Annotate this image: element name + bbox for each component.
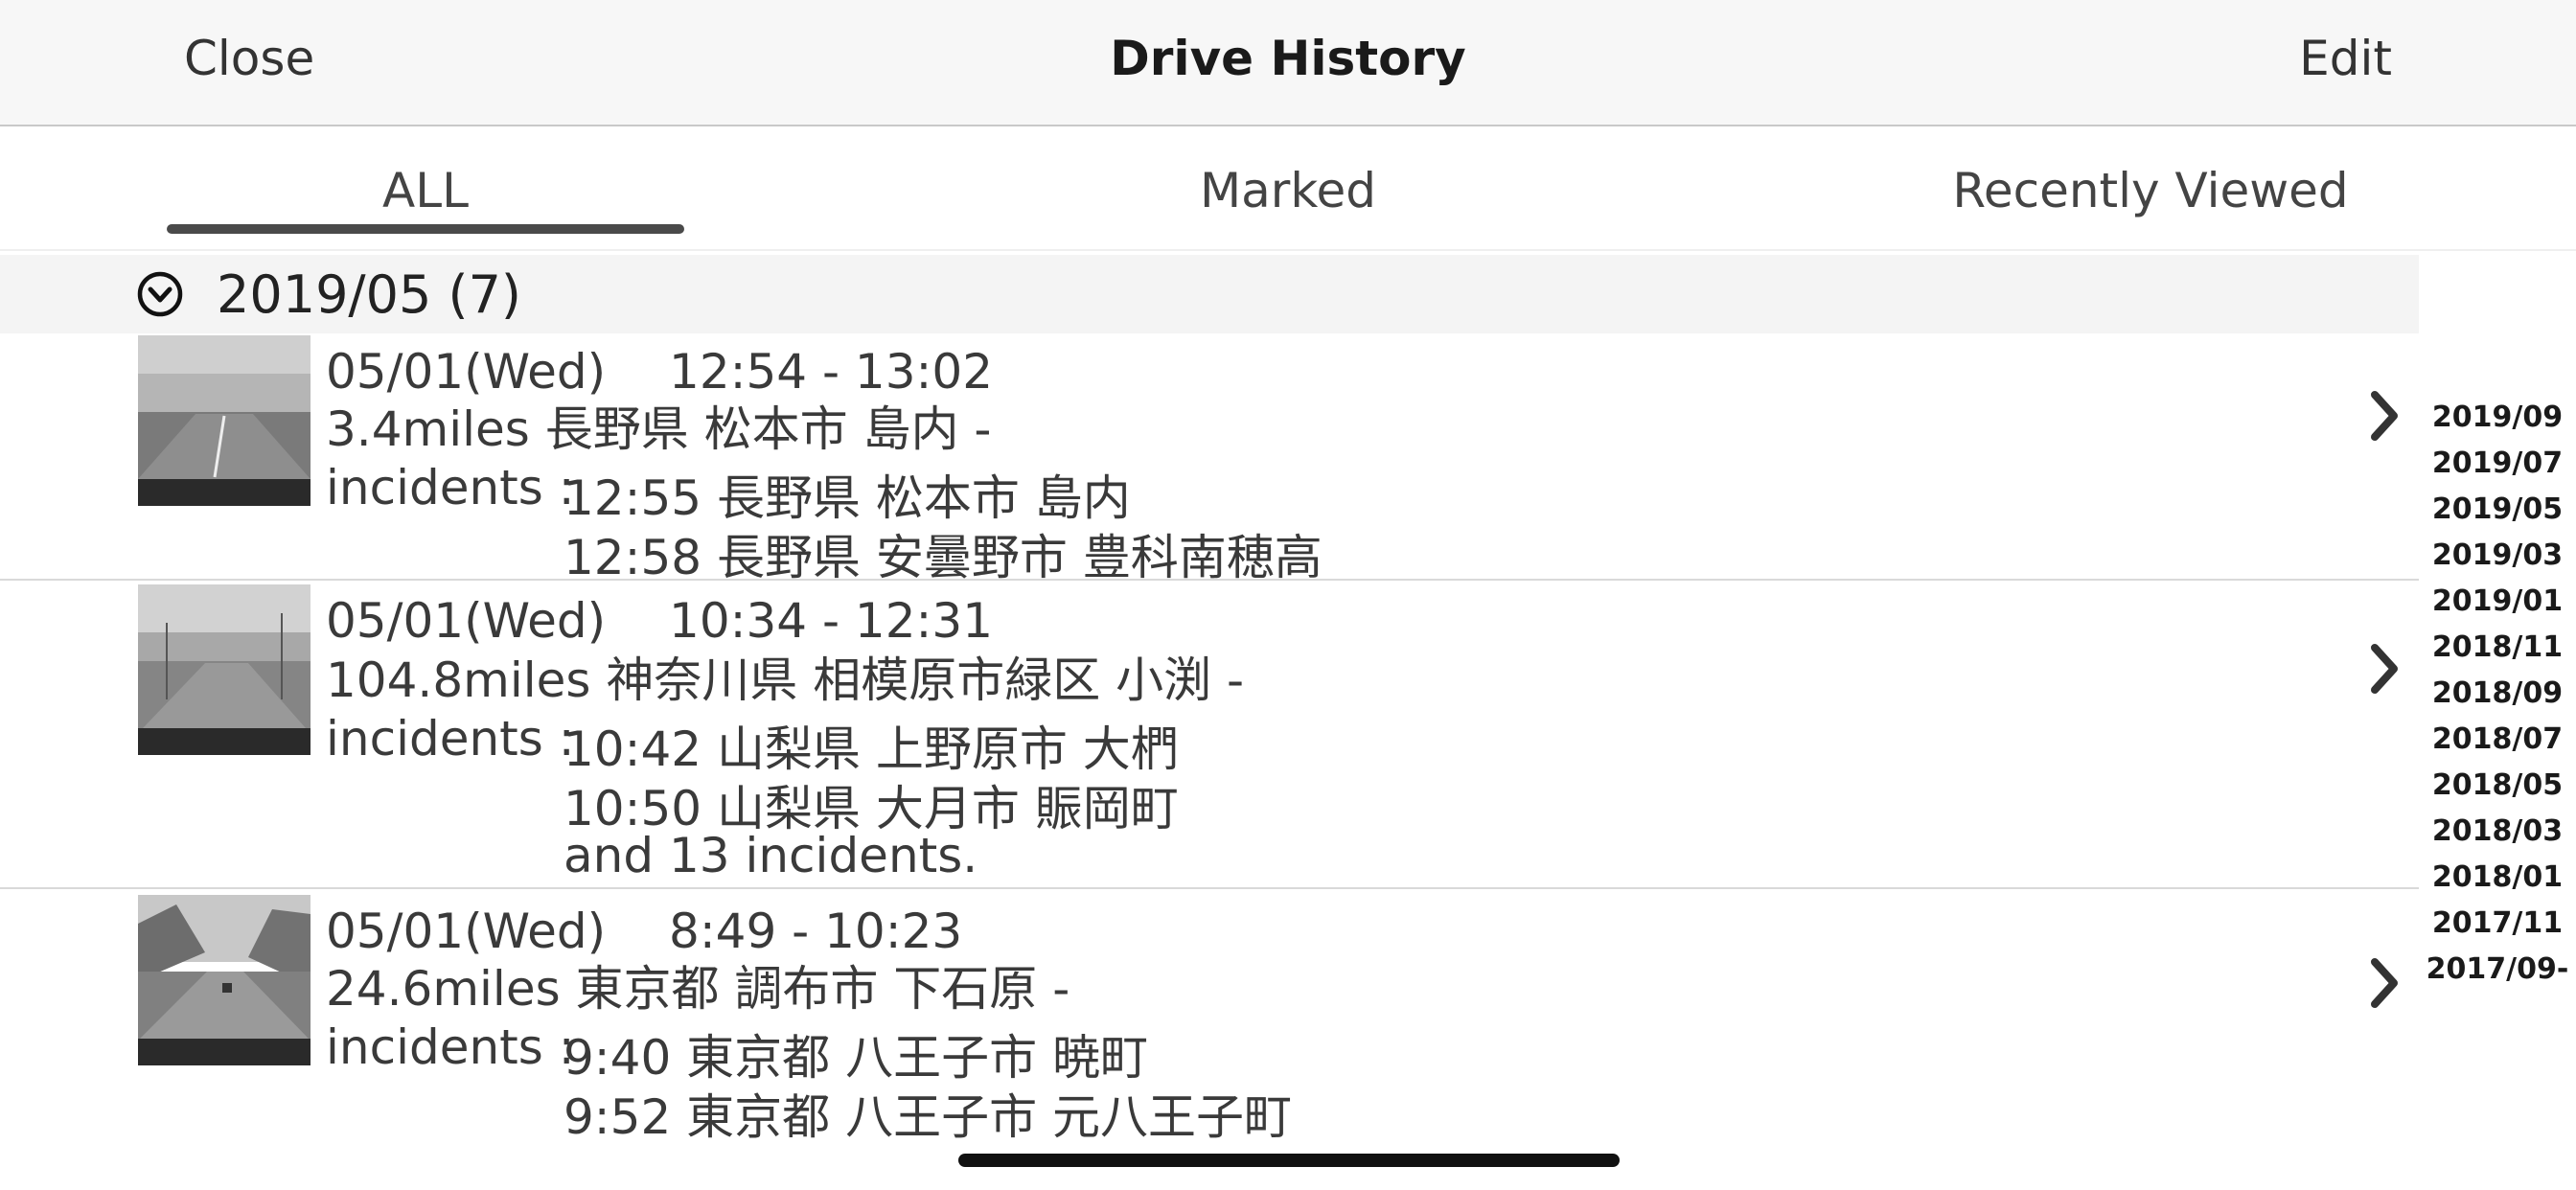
edit-button[interactable]: Edit xyxy=(2299,31,2392,86)
index-item-2018-05[interactable]: 2018/05 xyxy=(2421,763,2574,809)
row-divider xyxy=(0,887,2419,889)
incidents-label: incidents : xyxy=(326,711,575,767)
index-item-2019-05[interactable]: 2019/05 xyxy=(2421,487,2574,533)
month-index: 2019/09 2019/07 2019/05 2019/03 2019/01 … xyxy=(2421,395,2574,993)
drive-row[interactable]: 05/01(Wed) 8:49 - 10:23 24.6miles 東京都 調布… xyxy=(0,893,2419,1145)
index-item-2019-01[interactable]: 2019/01 xyxy=(2421,579,2574,625)
drive-distance-route: 104.8miles 神奈川県 相模原市緑区 小渕 - xyxy=(326,652,1245,708)
drive-thumbnail xyxy=(138,335,310,506)
incident-item: and 13 incidents. xyxy=(564,828,978,883)
chevron-right-icon[interactable] xyxy=(2365,389,2404,443)
index-item-2018-03[interactable]: 2018/03 xyxy=(2421,809,2574,855)
index-item-2018-07[interactable]: 2018/07 xyxy=(2421,717,2574,763)
home-indicator[interactable] xyxy=(958,1154,1620,1167)
drive-row[interactable]: 05/01(Wed) 12:54 - 13:02 3.4miles 長野県 松本… xyxy=(0,333,2419,585)
drive-thumbnail xyxy=(138,895,310,1065)
index-item-2019-09[interactable]: 2019/09 xyxy=(2421,395,2574,441)
page-title: Drive History xyxy=(1110,31,1466,86)
index-item-2017-09[interactable]: 2017/09- xyxy=(2421,947,2574,993)
index-item-2018-01[interactable]: 2018/01 xyxy=(2421,855,2574,901)
incidents-label: incidents : xyxy=(326,1019,575,1075)
drive-row[interactable]: 05/01(Wed) 10:34 - 12:31 104.8miles 神奈川県… xyxy=(0,583,2419,887)
index-item-2019-03[interactable]: 2019/03 xyxy=(2421,533,2574,579)
month-section-header[interactable]: 2019/05 (7) xyxy=(0,255,2419,333)
index-item-2018-09[interactable]: 2018/09 xyxy=(2421,671,2574,717)
chevron-right-icon[interactable] xyxy=(2365,642,2404,696)
drive-thumbnail xyxy=(138,584,310,755)
tab-all[interactable]: ALL xyxy=(128,163,723,218)
index-item-2019-07[interactable]: 2019/07 xyxy=(2421,441,2574,487)
tab-bar: ALL Marked Recently Viewed xyxy=(0,128,2576,251)
drive-distance-route: 24.6miles 東京都 調布市 下石原 - xyxy=(326,961,1070,1017)
incident-item: 9:52 東京都 八王子市 元八王子町 xyxy=(564,1089,1292,1145)
section-label: 2019/05 (7) xyxy=(217,264,521,325)
index-item-2017-11[interactable]: 2017/11 xyxy=(2421,901,2574,947)
chevron-right-icon[interactable] xyxy=(2365,956,2404,1010)
active-tab-indicator xyxy=(167,224,684,234)
tab-marked[interactable]: Marked xyxy=(991,163,1585,218)
drive-distance-route: 3.4miles 長野県 松本市 島内 - xyxy=(326,401,992,457)
navigation-bar: Close Drive History Edit xyxy=(0,0,2576,126)
index-item-2018-11[interactable]: 2018/11 xyxy=(2421,625,2574,671)
row-divider xyxy=(0,579,2419,581)
tab-recently-viewed[interactable]: Recently Viewed xyxy=(1853,163,2448,218)
chevron-down-circle-icon[interactable] xyxy=(136,270,184,318)
incidents-label: incidents : xyxy=(326,460,575,515)
